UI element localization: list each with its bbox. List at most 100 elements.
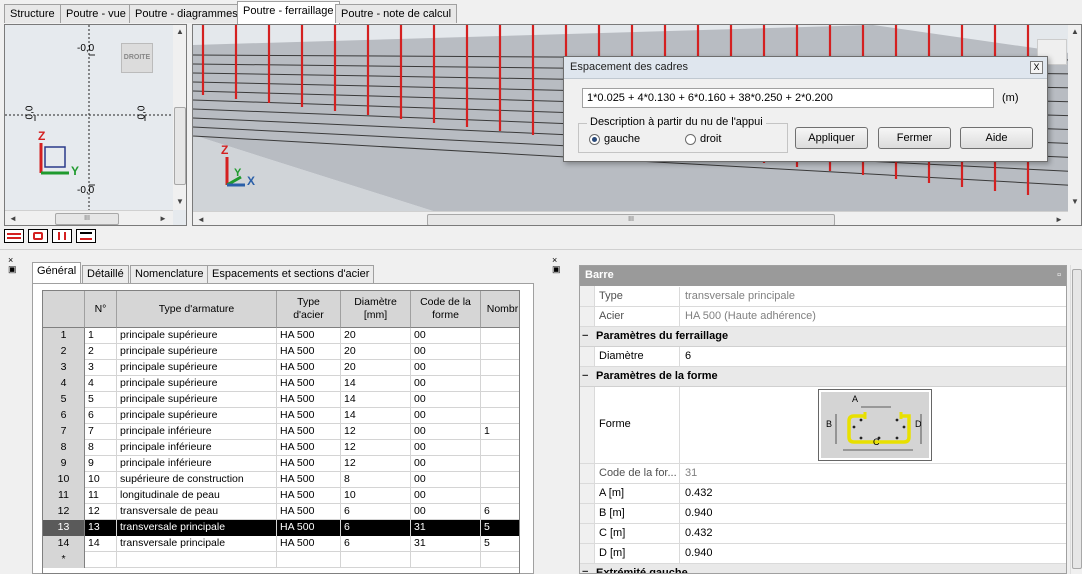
scroll-thumb[interactable] bbox=[174, 107, 186, 185]
prop-row-b[interactable]: B [m] 0.940 bbox=[580, 504, 1066, 524]
row-header[interactable]: 2 bbox=[43, 344, 85, 360]
cell-type-armature[interactable]: supérieure de construction bbox=[117, 472, 277, 488]
row-header[interactable]: 12 bbox=[43, 504, 85, 520]
col-header-nombre[interactable]: Nombr bbox=[481, 291, 519, 328]
tab-structure[interactable]: Structure bbox=[4, 4, 61, 23]
cell-nombre[interactable] bbox=[481, 328, 519, 344]
table-row[interactable]: 11 11 longitudinale de peau HA 500 10 00 bbox=[43, 488, 519, 504]
scroll-left-arrow[interactable]: ◄ bbox=[7, 214, 19, 223]
cell-type-acier[interactable]: HA 500 bbox=[277, 328, 341, 344]
cell-type-acier[interactable]: HA 500 bbox=[277, 472, 341, 488]
radio-droit[interactable]: droit bbox=[685, 133, 721, 145]
tab-poutre-ferraillage[interactable]: Poutre - ferraillage bbox=[237, 1, 340, 24]
cell-diametre[interactable]: 20 bbox=[341, 360, 411, 376]
cell-type-armature[interactable]: principale supérieure bbox=[117, 360, 277, 376]
close-icon[interactable]: X bbox=[1030, 61, 1043, 74]
cell-diametre[interactable]: 6 bbox=[341, 504, 411, 520]
tab-general[interactable]: Général bbox=[32, 262, 82, 283]
cell-no[interactable]: 11 bbox=[85, 488, 117, 504]
table-row[interactable]: 9 9 principale inférieure HA 500 12 00 bbox=[43, 456, 519, 472]
cell-type-armature[interactable] bbox=[117, 552, 277, 568]
collapse-icon[interactable]: − bbox=[582, 566, 588, 573]
row-header[interactable]: 10 bbox=[43, 472, 85, 488]
cell-nombre[interactable]: 5 bbox=[481, 536, 519, 552]
row-header[interactable]: 7 bbox=[43, 424, 85, 440]
cell-no[interactable]: 4 bbox=[85, 376, 117, 392]
cell-no[interactable]: 6 bbox=[85, 408, 117, 424]
cell-code-forme[interactable]: 00 bbox=[411, 376, 481, 392]
cell-type-armature[interactable]: principale supérieure bbox=[117, 408, 277, 424]
cell-code-forme[interactable]: 00 bbox=[411, 472, 481, 488]
cell-type-acier[interactable]: HA 500 bbox=[277, 488, 341, 504]
cell-diametre[interactable]: 8 bbox=[341, 472, 411, 488]
table-row[interactable]: 1 1 principale supérieure HA 500 20 00 bbox=[43, 328, 519, 344]
col-header-type-acier[interactable]: Type d'acier bbox=[277, 291, 341, 328]
close-button[interactable]: Fermer bbox=[878, 127, 951, 149]
row-header[interactable]: 6 bbox=[43, 408, 85, 424]
view-cube[interactable]: DROITE bbox=[121, 43, 153, 73]
tab-poutre-diagrammes[interactable]: Poutre - diagrammes bbox=[129, 4, 244, 23]
tab-poutre-vue[interactable]: Poutre - vue bbox=[60, 4, 132, 23]
cell-type-acier[interactable]: HA 500 bbox=[277, 456, 341, 472]
cell-type-armature[interactable]: principale supérieure bbox=[117, 376, 277, 392]
cell-diametre[interactable] bbox=[341, 552, 411, 568]
cell-code-forme[interactable] bbox=[411, 552, 481, 568]
cell-type-armature[interactable]: principale inférieure bbox=[117, 456, 277, 472]
cell-type-acier[interactable]: HA 500 bbox=[277, 408, 341, 424]
prop-value[interactable]: 6 bbox=[681, 347, 695, 367]
left-view-hscroll[interactable]: ◄ III ► bbox=[5, 210, 173, 225]
beam-elevation-icon[interactable] bbox=[76, 229, 96, 243]
stirrup-view-icon[interactable] bbox=[28, 229, 48, 243]
cell-nombre[interactable]: 6 bbox=[481, 504, 519, 520]
cell-code-forme[interactable]: 00 bbox=[411, 504, 481, 520]
cell-diametre[interactable]: 12 bbox=[341, 440, 411, 456]
cell-type-acier[interactable]: HA 500 bbox=[277, 360, 341, 376]
prop-value[interactable]: 0.432 bbox=[681, 484, 717, 504]
left-viewport[interactable]: DROITE -0,0 -0,0 0,0 0,0 Z Y ▲ ▼ ◄ III ► bbox=[4, 24, 187, 226]
cell-type-armature[interactable]: transversale principale bbox=[117, 520, 277, 536]
cell-no[interactable]: 5 bbox=[85, 392, 117, 408]
apply-button[interactable]: Appliquer bbox=[795, 127, 868, 149]
prop-row-c[interactable]: C [m] 0.432 bbox=[580, 524, 1066, 544]
row-header[interactable]: 13 bbox=[43, 520, 85, 536]
help-button[interactable]: Aide bbox=[960, 127, 1033, 149]
cell-code-forme[interactable]: 00 bbox=[411, 344, 481, 360]
cell-no[interactable]: 9 bbox=[85, 456, 117, 472]
col-header-type-armature[interactable]: Type d'armature bbox=[117, 291, 277, 328]
table-row[interactable]: 8 8 principale inférieure HA 500 12 00 bbox=[43, 440, 519, 456]
cell-code-forme[interactable]: 00 bbox=[411, 456, 481, 472]
panel-close-icon[interactable]: × ▣ bbox=[8, 256, 17, 274]
cell-type-acier[interactable]: HA 500 bbox=[277, 440, 341, 456]
cell-code-forme[interactable]: 00 bbox=[411, 440, 481, 456]
cell-diametre[interactable]: 20 bbox=[341, 344, 411, 360]
cell-nombre[interactable] bbox=[481, 472, 519, 488]
row-header[interactable]: 11 bbox=[43, 488, 85, 504]
row-header[interactable]: 5 bbox=[43, 392, 85, 408]
radio-gauche[interactable]: gauche bbox=[589, 133, 640, 145]
cell-nombre[interactable] bbox=[481, 376, 519, 392]
cell-code-forme[interactable]: 00 bbox=[411, 328, 481, 344]
collapse-icon[interactable]: − bbox=[582, 370, 588, 382]
section-parametres-forme[interactable]: Paramètres de la forme bbox=[580, 367, 1066, 387]
scroll-left-arrow[interactable]: ◄ bbox=[195, 215, 207, 224]
prop-row-d[interactable]: D [m] 0.940 bbox=[580, 544, 1066, 564]
cell-type-armature[interactable]: transversale principale bbox=[117, 536, 277, 552]
bars-view-icon[interactable] bbox=[52, 229, 72, 243]
cell-code-forme[interactable]: 00 bbox=[411, 392, 481, 408]
splitter[interactable] bbox=[0, 249, 1082, 250]
cell-nombre[interactable] bbox=[481, 392, 519, 408]
cell-no[interactable]: 3 bbox=[85, 360, 117, 376]
scroll-thumb[interactable] bbox=[1072, 269, 1082, 569]
cell-type-armature[interactable]: longitudinale de peau bbox=[117, 488, 277, 504]
table-row[interactable]: 10 10 supérieure de construction HA 500 8 00 bbox=[43, 472, 519, 488]
scroll-up-arrow[interactable]: ▲ bbox=[1069, 27, 1081, 36]
cell-diametre[interactable]: 12 bbox=[341, 424, 411, 440]
cell-diametre[interactable]: 6 bbox=[341, 520, 411, 536]
table-row[interactable]: 14 14 transversale principale HA 500 6 31 5 bbox=[43, 536, 519, 552]
scroll-up-arrow[interactable]: ▲ bbox=[174, 27, 186, 36]
row-header[interactable]: 9 bbox=[43, 456, 85, 472]
cell-type-armature[interactable]: principale supérieure bbox=[117, 392, 277, 408]
collapse-icon[interactable]: − bbox=[582, 330, 588, 342]
cell-type-acier[interactable]: HA 500 bbox=[277, 424, 341, 440]
cell-type-acier[interactable]: HA 500 bbox=[277, 376, 341, 392]
